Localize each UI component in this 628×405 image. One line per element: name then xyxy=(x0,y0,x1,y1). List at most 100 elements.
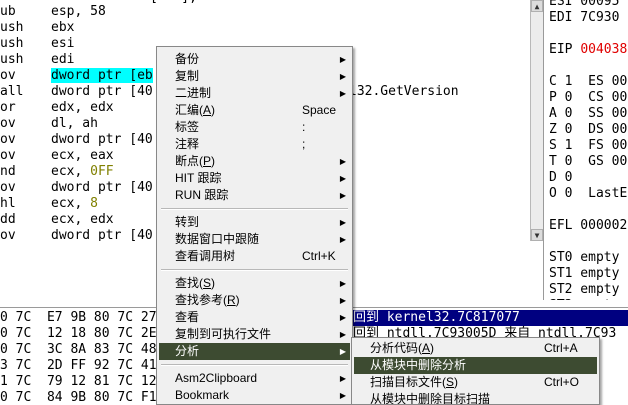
operand: dword ptr [40 xyxy=(51,180,153,196)
mnemonic: ov xyxy=(0,180,16,195)
disasm-row[interactable]: ub esp, 58 xyxy=(0,4,530,20)
menu-item[interactable]: Asm2Clipboard ▶ xyxy=(159,370,350,387)
operand-text: ecx, edx xyxy=(51,212,114,227)
hex-row[interactable]: 1 7C 79 12 81 7C 12 xyxy=(0,374,157,390)
menu-item[interactable]: 查找参考(R) ▶ xyxy=(159,292,350,309)
menu-item[interactable]: HIT 跟踪 ▶ xyxy=(159,170,350,187)
operand-text: esp, 58 xyxy=(51,4,106,19)
menu-item-label: 查看调用树 xyxy=(175,249,236,263)
register-row[interactable]: EFL 000002 xyxy=(549,218,627,234)
disassembly-scrollbar[interactable]: ▲ ▼ xyxy=(530,0,543,241)
mnemonic: ush xyxy=(0,20,24,35)
operand-text: dword ptr [eb xyxy=(51,68,153,83)
submenu-item-label: 分析代码(A) xyxy=(370,341,435,355)
menu-item[interactable]: 查看调用树 Ctrl+K xyxy=(159,248,350,265)
operand-text: ecx, xyxy=(51,196,91,211)
submenu-arrow-icon: ▶ xyxy=(339,55,346,64)
menu-item[interactable]: 数据窗口中跟随 ▶ xyxy=(159,231,350,248)
menu-item[interactable]: Bookmark ▶ xyxy=(159,387,350,404)
menu-item[interactable]: 标签: xyxy=(159,119,350,136)
register-row[interactable]: EIP 004038 xyxy=(549,42,627,58)
register-row[interactable]: ST0 empty xyxy=(549,250,619,266)
menu-item[interactable]: 查找(S) ▶ xyxy=(159,275,350,292)
hex-row[interactable]: 0 7C 3C 8A 83 7C 48 xyxy=(0,342,157,358)
stack-comment-text: 返回到 kernel32.7C817077 xyxy=(340,310,520,325)
hex-row[interactable]: 0 7C 84 9B 80 7C F1 xyxy=(0,390,157,404)
operand: edi xyxy=(51,52,74,68)
submenu-arrow-icon: ▶ xyxy=(339,89,346,98)
mnemonic: ov xyxy=(0,68,16,83)
operand-text: dword ptr [40 xyxy=(51,228,153,241)
operand-text: ebx xyxy=(51,20,75,35)
submenu-item[interactable]: 从模块中删除分析 xyxy=(354,357,597,374)
menu-item-label: 汇编(A) xyxy=(175,103,216,117)
register-row[interactable]: D 0 xyxy=(549,170,572,186)
submenu-item-label: 从模块中删除分析 xyxy=(370,358,467,372)
register-value: 004038 xyxy=(580,42,628,57)
submenu-item-label: 扫描目标文件(S) xyxy=(370,375,459,389)
register-row[interactable]: ST2 empty xyxy=(549,282,619,298)
submenu-arrow-icon: ▶ xyxy=(339,191,346,200)
menu-item-label: 二进制 xyxy=(175,86,212,100)
stack-comment-row[interactable]: 返回到 kernel32.7C817077 xyxy=(340,310,628,326)
menu-separator xyxy=(161,364,348,366)
register-row[interactable]: Z 0 DS 00 xyxy=(549,122,627,138)
mnemonic: ov xyxy=(0,148,16,163)
register-row[interactable]: ST3 empty xyxy=(549,298,619,300)
operand-text: esi xyxy=(51,36,75,51)
register-row[interactable]: T 0 GS 00 xyxy=(549,154,627,170)
submenu-arrow-icon: ▶ xyxy=(339,313,346,322)
register-row[interactable]: O 0 LastE xyxy=(549,186,627,202)
hex-row[interactable]: 3 7C 2D FF 92 7C 41 xyxy=(0,358,157,374)
menu-item[interactable]: 断点(P) ▶ xyxy=(159,153,350,170)
submenu-item[interactable]: 分析代码(A) Ctrl+A xyxy=(354,340,597,357)
register-row[interactable]: A 0 SS 00 xyxy=(549,106,627,122)
api-comment: l32.GetVersion xyxy=(349,84,459,99)
register-row[interactable]: ESI 00095 xyxy=(549,0,619,10)
submenu-arrow-icon: ▶ xyxy=(339,347,346,356)
register-row[interactable]: ST1 empty xyxy=(549,266,619,282)
hex-row[interactable]: 0 7C E7 9B 80 7C 27 xyxy=(0,310,157,326)
operand-text: edi xyxy=(51,52,75,67)
menu-item-label: 转到 xyxy=(175,215,200,229)
operand: ebx xyxy=(51,20,74,36)
submenu-arrow-icon: ▶ xyxy=(339,330,346,339)
hex-row[interactable]: 0 7C 12 18 80 7C 2E xyxy=(0,326,157,342)
mnemonic: ov xyxy=(0,132,16,147)
menu-item[interactable]: 转到 ▶ xyxy=(159,214,350,231)
register-name: EIP xyxy=(549,42,581,57)
operand: dword ptr [40 xyxy=(51,84,153,100)
disasm-row[interactable]: ush ebx xyxy=(0,20,530,36)
scroll-up-arrow-icon[interactable]: ▲ xyxy=(531,0,543,12)
submenu-arrow-icon: ▶ xyxy=(339,279,346,288)
submenu-item[interactable]: 扫描目标文件(S) Ctrl+O xyxy=(354,374,597,391)
menu-item-shortcut: : xyxy=(302,120,306,134)
menu-item[interactable]: 分析 ▶ xyxy=(159,343,350,360)
menu-item[interactable]: 汇编(A) Space xyxy=(159,102,350,119)
registers-pane[interactable]: ESI 00095 EDI 7C930 EIP 004038 C 1 ES 00 P 0… xyxy=(543,0,628,300)
menu-item[interactable]: 查看 ▶ xyxy=(159,309,350,326)
operand: esp, 58 xyxy=(51,4,106,20)
submenu-arrow-icon: ▶ xyxy=(339,391,346,400)
register-row[interactable]: C 1 ES 00 xyxy=(549,74,627,90)
submenu-arrow-icon: ▶ xyxy=(339,174,346,183)
menu-separator xyxy=(161,269,348,271)
scroll-down-arrow-icon[interactable]: ▼ xyxy=(531,229,543,241)
menu-item-label: 断点(P) xyxy=(175,154,216,168)
menu-item[interactable]: RUN 跟踪 ▶ xyxy=(159,187,350,204)
operand: ecx, eax xyxy=(51,148,114,164)
menu-item[interactable]: 注释; xyxy=(159,136,350,153)
mnemonic: hl xyxy=(0,196,16,211)
menu-item-label: 备份 xyxy=(175,52,200,66)
menu-separator xyxy=(161,208,348,210)
menu-item[interactable]: 备份 ▶ xyxy=(159,51,350,68)
menu-item[interactable]: 复制 ▶ xyxy=(159,68,350,85)
menu-item[interactable]: 二进制 ▶ xyxy=(159,85,350,102)
register-row[interactable]: EDI 7C930 xyxy=(549,10,619,26)
register-row[interactable]: P 0 CS 00 xyxy=(549,90,627,106)
operand-text: dword ptr [40 xyxy=(51,132,153,147)
menu-item[interactable]: 复制到可执行文件 ▶ xyxy=(159,326,350,343)
operand: dword ptr [40 xyxy=(51,228,153,241)
register-row[interactable]: S 1 FS 00 xyxy=(549,138,627,154)
mnemonic: ov xyxy=(0,116,16,131)
